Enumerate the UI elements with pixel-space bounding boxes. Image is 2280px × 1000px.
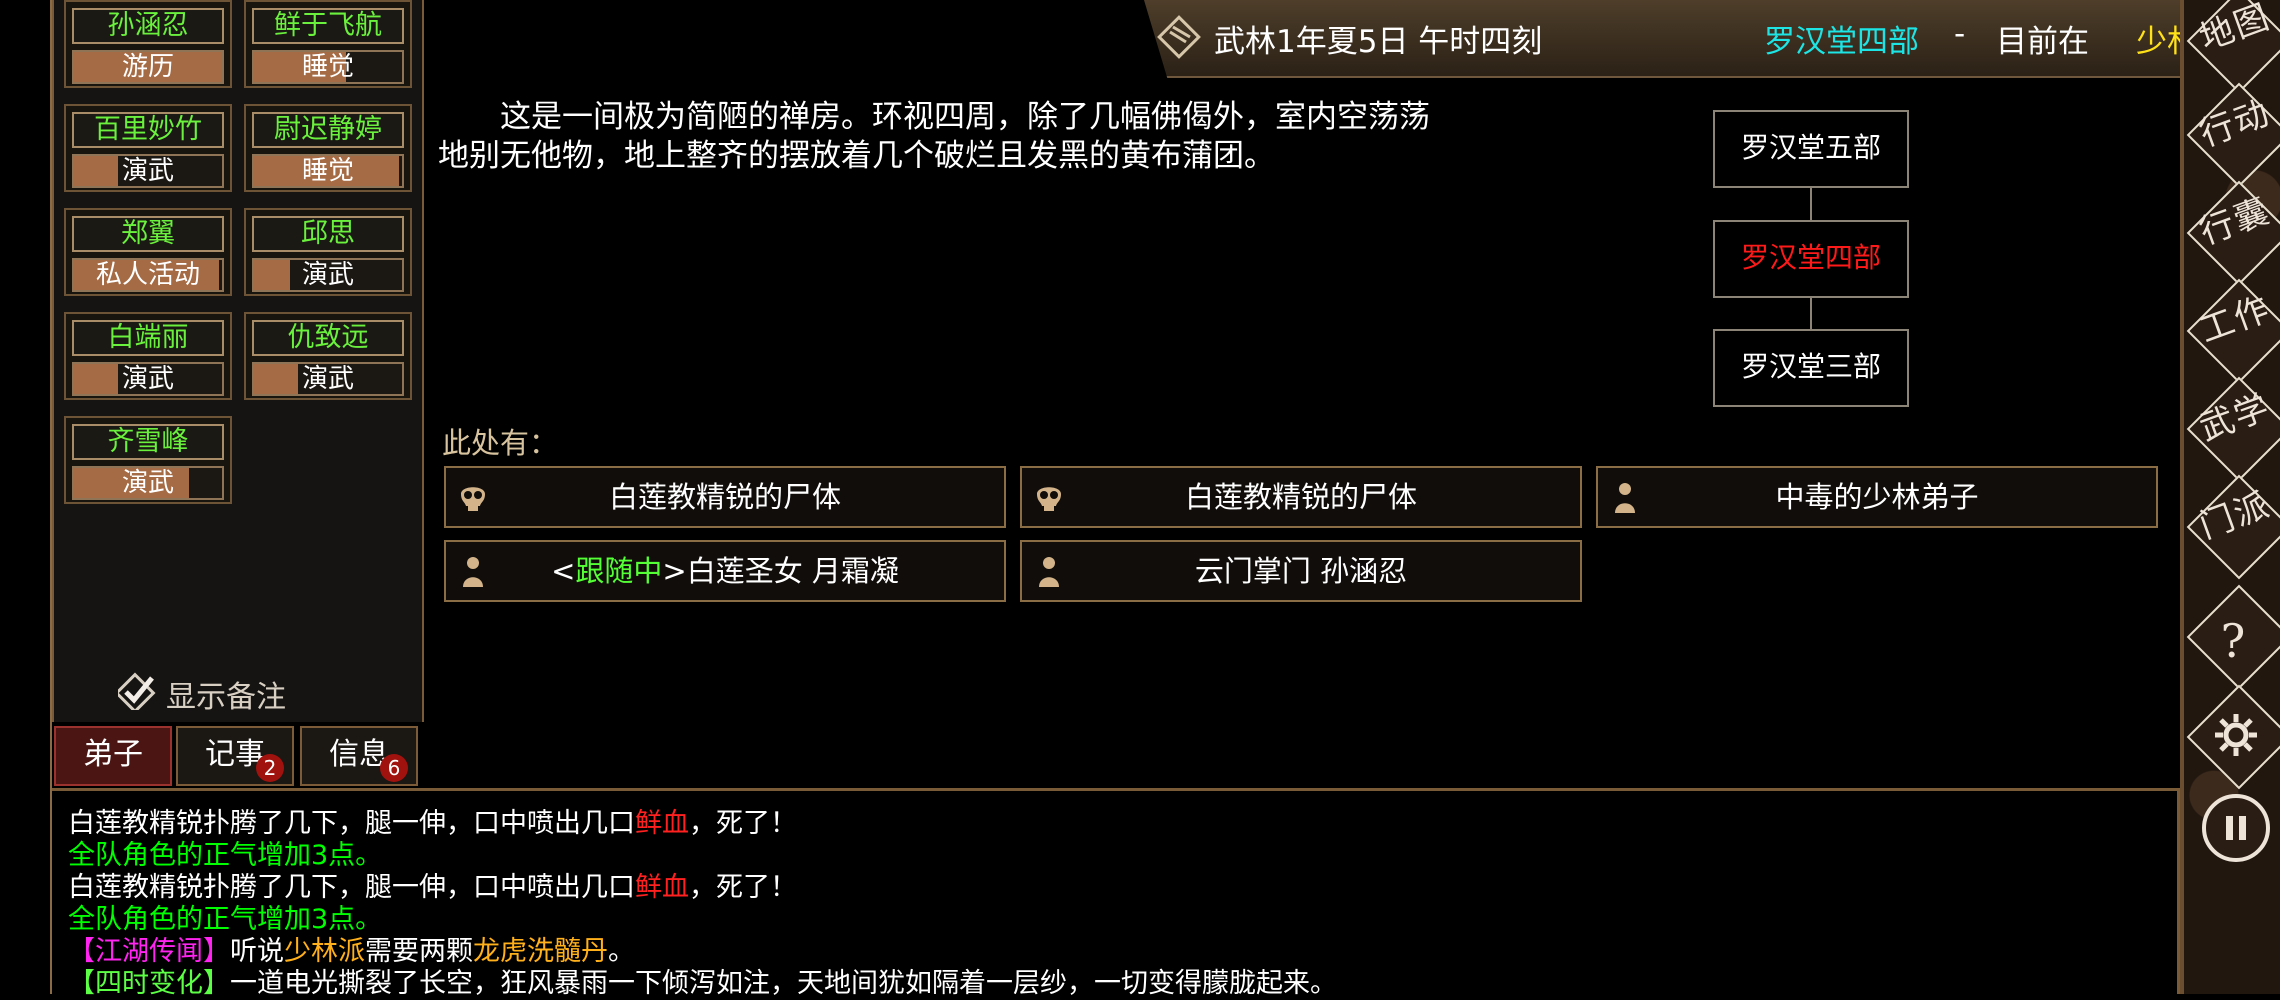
member-name: 孙涵忍 <box>72 8 224 44</box>
member-status-text: 演武 <box>121 156 174 186</box>
member-status-text: 睡觉 <box>301 52 354 82</box>
member-status-text: 私人活动 <box>95 260 200 290</box>
show-notes-toggle[interactable]: 显示备注 <box>118 668 328 716</box>
member-status-text: 演武 <box>301 260 354 290</box>
member-name: 仇致远 <box>252 320 404 356</box>
notification-badge: 2 <box>256 754 284 782</box>
log-text: 一道电光撕裂了长空，狂风暴雨一下倾泻如注，天地间犹如隔着一层纱，一切变得朦胧起来… <box>230 968 1337 999</box>
person-icon <box>463 557 483 587</box>
member-status: 睡觉 <box>252 50 404 84</box>
settings-icon <box>2215 714 2257 756</box>
map-node-current: 罗汉堂四部 <box>1713 220 1909 298</box>
skull-icon <box>461 487 485 511</box>
member-card[interactable]: 邱思 演武 <box>244 208 412 296</box>
member-card[interactable]: 郑翼 私人活动 <box>64 208 232 296</box>
log-text: ，死了！ <box>689 872 797 903</box>
message-log: 白莲教精锐扑腾了几下，腿一伸，口中喷出几口鲜血，死了！ 全队角色的正气增加3点。… <box>52 788 2180 999</box>
season-tag: 【四时变化】 <box>68 968 230 999</box>
calendar-scroll-icon <box>1157 15 1201 59</box>
game-date: 武林1年夏5日 午时四刻 <box>1214 24 1543 60</box>
log-highlight: 鲜血 <box>635 872 689 903</box>
member-name: 尉迟静婷 <box>252 112 404 148</box>
time-location-bar: 武林1年夏5日 午时四刻 罗汉堂四部 - 目前在 少林寺 <box>1144 0 2280 78</box>
person-icon <box>1039 557 1059 587</box>
map-link <box>1810 298 1812 329</box>
member-card[interactable]: 百里妙竹 演武 <box>64 104 232 192</box>
here-label: 此处有： <box>442 426 559 460</box>
entity-button[interactable]: 白莲教精锐的尸体 <box>1020 466 1582 528</box>
entity-label: 白莲教精锐的尸体 <box>608 480 841 514</box>
member-name: 郑翼 <box>72 216 224 252</box>
entity-button[interactable]: 云门掌门 孙涵忍 <box>1020 540 1582 602</box>
log-text: ，死了！ <box>689 808 797 839</box>
location-prefix: 目前在 <box>1996 24 2089 60</box>
right-menu: 地图 行动 行囊 工作 武学 门派 ? <box>2180 0 2280 994</box>
member-status: 演武 <box>252 362 404 396</box>
entity-label: 中毒的少林弟子 <box>1775 480 1979 514</box>
entity-label: >白莲圣女 月霜凝 <box>662 554 899 588</box>
log-highlight: 鲜血 <box>635 808 689 839</box>
member-status-text: 演武 <box>301 364 354 394</box>
member-panel: 孙涵忍 游历 鲜于飞航 睡觉 百里妙竹 演武 尉迟静婷 睡觉 郑翼 私人活动 邱… <box>52 0 425 722</box>
entity-label: 白莲教精锐的尸体 <box>1184 480 1417 514</box>
person-icon <box>1615 483 1635 513</box>
member-card[interactable]: 鲜于飞航 睡觉 <box>244 0 412 88</box>
member-name: 白端丽 <box>72 320 224 356</box>
tab-disciples[interactable]: 弟子 <box>54 726 172 786</box>
checkbox-icon[interactable] <box>118 672 156 710</box>
map-node-south[interactable]: 罗汉堂三部 <box>1713 329 1909 407</box>
notification-badge: 6 <box>380 754 408 782</box>
member-name: 齐雪峰 <box>72 424 224 460</box>
member-name: 鲜于飞航 <box>252 8 404 44</box>
member-status-text: 游历 <box>121 52 174 82</box>
entity-label: 云门掌门 孙涵忍 <box>1194 554 1408 588</box>
tab-notes[interactable]: 记事 2 <box>176 726 294 786</box>
current-location: 罗汉堂四部 <box>1764 24 1919 60</box>
entity-prefix: < <box>551 554 576 588</box>
member-name: 邱思 <box>252 216 404 252</box>
member-status-text: 演武 <box>121 468 174 498</box>
member-status-text: 演武 <box>121 364 174 394</box>
member-card[interactable]: 尉迟静婷 睡觉 <box>244 104 412 192</box>
member-status: 私人活动 <box>72 258 224 292</box>
location-separator: - <box>1954 16 1966 52</box>
show-notes-label: 显示备注 <box>166 680 286 715</box>
member-status-text: 睡觉 <box>301 156 354 186</box>
member-status: 演武 <box>72 154 224 188</box>
member-card[interactable]: 白端丽 演武 <box>64 312 232 400</box>
member-status: 游历 <box>72 50 224 84</box>
member-status: 演武 <box>252 258 404 292</box>
skull-icon <box>1037 487 1061 511</box>
tab-messages[interactable]: 信息 6 <box>300 726 418 786</box>
member-name: 百里妙竹 <box>72 112 224 148</box>
entity-button[interactable]: 中毒的少林弟子 <box>1596 466 2158 528</box>
room-description: 这是一间极为简陋的禅房。环视四周，除了几幅佛偈外，室内空荡荡地别无他物，地上整齐… <box>438 99 1430 174</box>
log-line: 【四时变化】一道电光撕裂了长空，狂风暴雨一下倾泻如注，天地间犹如隔着一层纱，一切… <box>68 961 1337 1000</box>
member-card[interactable]: 齐雪峰 演武 <box>64 416 232 504</box>
map-link <box>1810 188 1812 220</box>
member-status: 睡觉 <box>252 154 404 188</box>
entity-button[interactable]: 白莲教精锐的尸体 <box>444 466 1006 528</box>
tab-label: 弟子 <box>83 737 143 772</box>
member-status: 演武 <box>72 466 224 500</box>
entity-button[interactable]: <跟随中>白莲圣女 月霜凝 <box>444 540 1006 602</box>
map-node-north[interactable]: 罗汉堂五部 <box>1713 110 1909 188</box>
help-icon: ? <box>2220 614 2248 668</box>
pause-icon <box>2226 816 2246 840</box>
member-status: 演武 <box>72 362 224 396</box>
main-view: 武林1年夏5日 午时四刻 罗汉堂四部 - 目前在 少林寺 这是一间极为简陋的禅房… <box>424 0 2280 788</box>
member-card[interactable]: 孙涵忍 游历 <box>64 0 232 88</box>
member-card[interactable]: 仇致远 演武 <box>244 312 412 400</box>
following-status: 跟随中 <box>575 554 663 588</box>
